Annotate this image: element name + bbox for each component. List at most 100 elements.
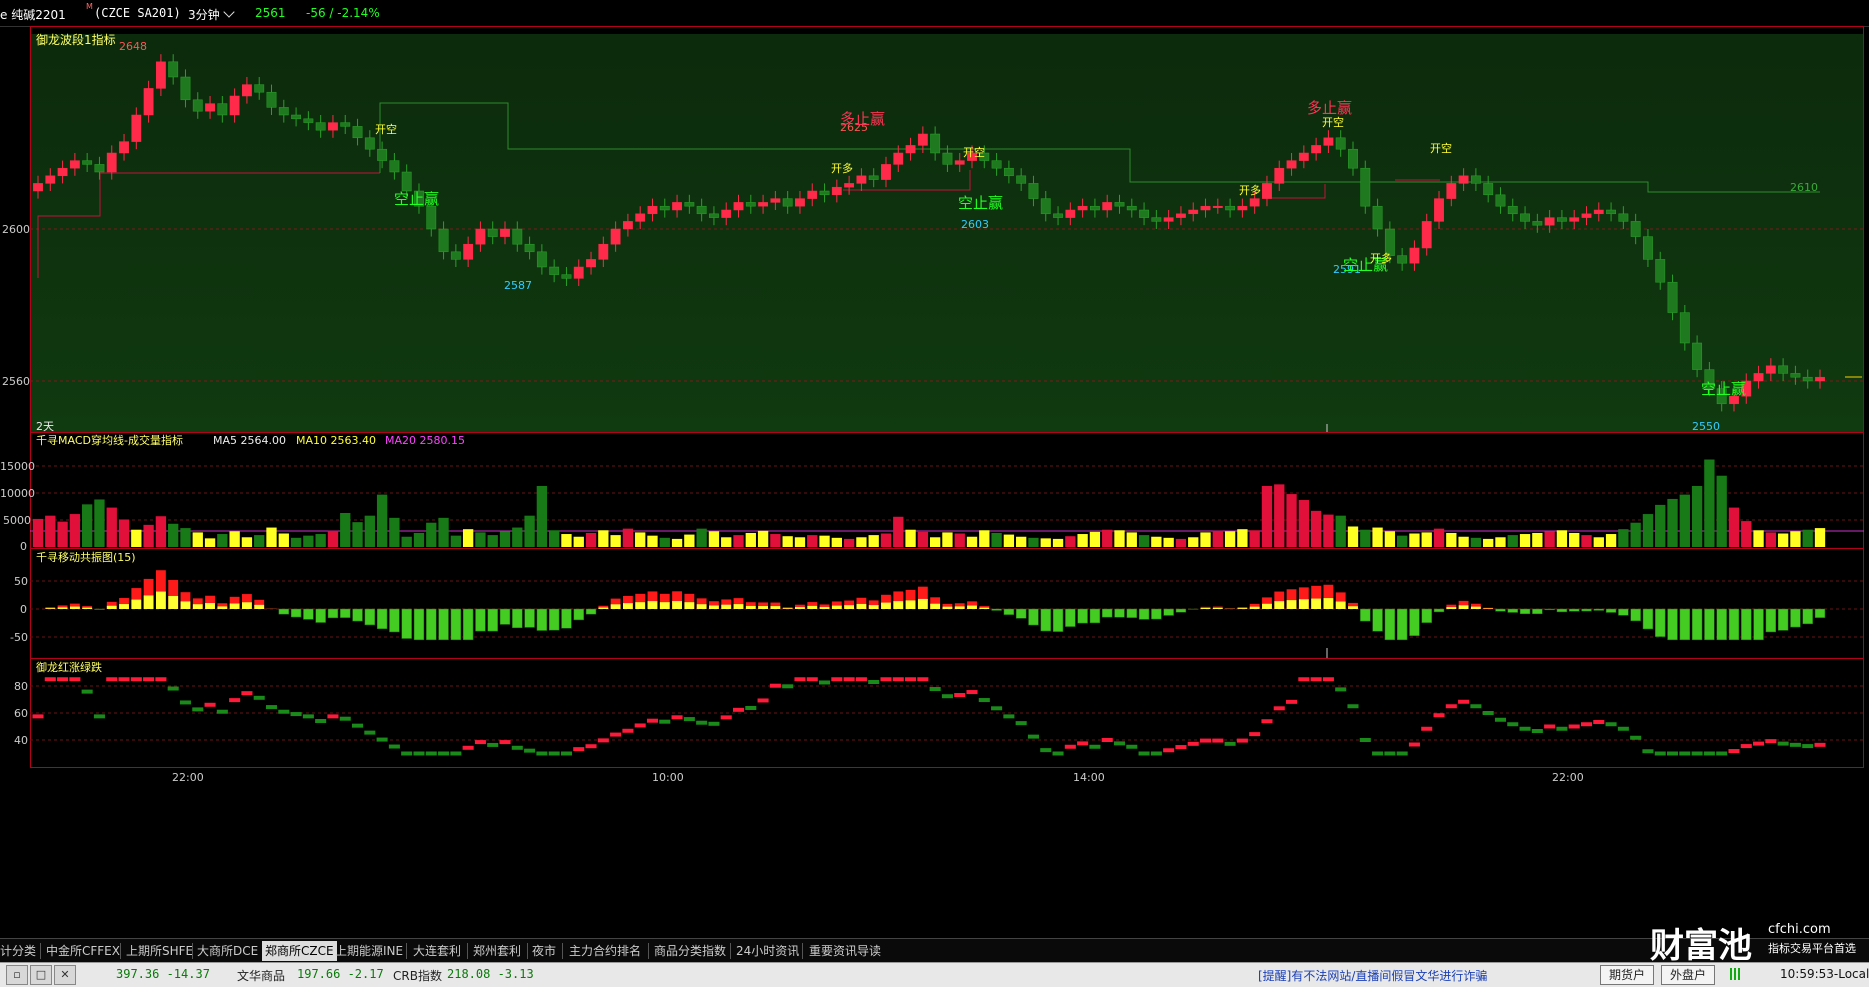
osc-bar: [1606, 609, 1616, 612]
trend-step: [438, 752, 449, 756]
volume-bar: [1163, 538, 1173, 547]
volume-bar: [610, 535, 620, 547]
volume-bar: [1397, 536, 1407, 547]
tab-ranking[interactable]: 主力合约排名: [569, 941, 641, 961]
y-tick: 60: [14, 707, 28, 720]
volume-bar: [783, 536, 793, 547]
trend-step: [1212, 739, 1223, 743]
trend-indicator-label[interactable]: 御龙红涨绿跌: [36, 660, 102, 674]
trend-step: [819, 680, 830, 684]
osc-bar: [1164, 609, 1174, 615]
tab-news-24h[interactable]: 24小时资讯: [736, 941, 799, 961]
trend-step: [831, 677, 842, 681]
trend-step: [1003, 714, 1014, 718]
futures-account-button[interactable]: 期货户: [1600, 965, 1654, 985]
osc-indicator-label[interactable]: 千寻移动共振图(15): [36, 550, 136, 564]
volume-bar: [389, 518, 399, 547]
volume-bar: [991, 533, 1001, 547]
volume-indicator-label[interactable]: 千寻MACD穿均线-成交量指标: [36, 433, 183, 447]
tab-zhengzhou-arb[interactable]: 郑州套利: [473, 941, 521, 961]
osc-bar: [463, 609, 473, 640]
trend-step: [524, 749, 535, 753]
osc-bar: [340, 609, 350, 618]
osc-bar: [1115, 609, 1125, 617]
brand-logo: 财富池 cfchi.com 指标交易平台首选: [1650, 918, 1869, 964]
volume-bar: [352, 522, 362, 547]
trend-step: [315, 719, 326, 723]
trend-step: [82, 690, 93, 694]
trend-step: [1335, 687, 1346, 691]
osc-bar: [500, 609, 510, 624]
maximize-icon[interactable]: □: [30, 965, 52, 985]
symbol-name[interactable]: e 纯碱2201: [0, 6, 66, 23]
trend-step: [905, 677, 916, 681]
osc-bar: [1041, 609, 1051, 631]
tab-shfe[interactable]: 上期所SHFE: [126, 941, 193, 961]
volume-bar: [770, 534, 780, 547]
trend-step: [1249, 732, 1260, 736]
tab-category[interactable]: 计分类: [0, 941, 36, 961]
trend-step: [413, 752, 424, 756]
volume-bar: [266, 528, 276, 547]
main-indicator-label[interactable]: 御龙波段1指标: [36, 32, 116, 47]
fraud-notice[interactable]: [提醒]有不法网站/直播间假冒文华进行诈骗: [1258, 967, 1487, 984]
osc-bar: [1471, 607, 1481, 609]
volume-bar: [1213, 531, 1223, 547]
trend-step: [106, 677, 117, 681]
period-selector[interactable]: 3分钟: [188, 6, 233, 23]
tab-night[interactable]: 夜市: [532, 941, 556, 961]
trend-step: [721, 715, 732, 719]
volume-bar: [918, 532, 928, 547]
osc-bar: [795, 607, 805, 609]
trend-step: [1593, 720, 1604, 724]
price-label: 2550: [1692, 420, 1720, 433]
volume-bar: [623, 529, 633, 547]
trend-step: [672, 715, 683, 719]
tab-news-key[interactable]: 重要资讯导读: [809, 941, 881, 961]
osc-bar: [537, 609, 547, 631]
trend-step: [1298, 677, 1309, 681]
osc-bar: [1594, 609, 1604, 610]
tab-cffex[interactable]: 中金所CFFEX: [46, 941, 120, 961]
osc-bar: [1459, 605, 1469, 609]
symbol-code: (CZCE SA201): [94, 6, 181, 20]
trend-step: [1728, 749, 1739, 753]
level-label: 2610: [1790, 181, 1818, 194]
volume-bar: [1225, 531, 1235, 547]
close-icon[interactable]: ✕: [54, 965, 76, 985]
chart-area[interactable]: 2600 2560 15000 10000 5000 0 50 0 -50 80…: [0, 26, 1869, 938]
tab-dce[interactable]: 大商所DCE: [197, 941, 258, 961]
osc-bar: [377, 609, 387, 629]
osc-bar: [1618, 609, 1628, 615]
osc-bar: [1065, 609, 1075, 627]
index-name-2: 文华商品: [237, 967, 285, 984]
foreign-account-button[interactable]: 外盘户: [1661, 965, 1715, 985]
tab-index[interactable]: 商品分类指数: [654, 941, 726, 961]
volume-bar: [1102, 530, 1112, 547]
volume-bar: [156, 516, 166, 547]
osc-bar: [512, 609, 522, 628]
osc-bar: [893, 601, 903, 609]
volume-bar: [869, 535, 879, 547]
tab-dalian-arb[interactable]: 大连套利: [413, 941, 461, 961]
osc-bar: [1004, 609, 1014, 615]
volume-bar: [647, 536, 657, 547]
y-tick: 0: [20, 540, 27, 553]
volume-bar: [426, 523, 436, 547]
restore-icon[interactable]: ▫: [6, 965, 28, 985]
trend-step: [180, 700, 191, 704]
osc-bar: [316, 609, 326, 622]
osc-panel-bg: [30, 548, 1864, 658]
trend-step: [696, 721, 707, 725]
osc-bar: [95, 609, 105, 610]
chart-canvas[interactable]: 2600 2560 15000 10000 5000 0 50 0 -50 80…: [0, 26, 1869, 938]
osc-bar: [1520, 609, 1530, 614]
y-tick: 0: [20, 603, 27, 616]
tab-ine[interactable]: 上期能源INE: [335, 941, 403, 961]
volume-bar: [451, 536, 461, 547]
trend-step: [1679, 752, 1690, 756]
trend-step: [1790, 743, 1801, 747]
signal-label: 开空: [1322, 115, 1344, 129]
trend-step: [1446, 704, 1457, 708]
tab-czce[interactable]: 郑商所CZCE: [262, 941, 337, 961]
